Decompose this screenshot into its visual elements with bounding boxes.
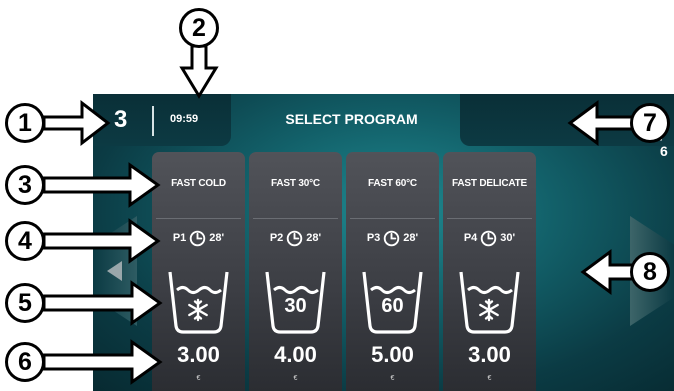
callout-4: 4: [5, 221, 45, 261]
program-price: 5.00: [371, 342, 414, 367]
program-card-p4[interactable]: FAST DELICATE P4 30' 3.00 €: [443, 152, 536, 391]
callout-5: 5: [5, 283, 45, 323]
program-price: 3.00: [468, 342, 511, 367]
program-list: FAST COLD P1 28' 3.00 € FAST 30°C P2 28'…: [152, 152, 552, 391]
card-divider: [447, 218, 532, 219]
card-divider: [350, 218, 435, 219]
program-code: P1: [172, 232, 187, 244]
callout-3: 3: [5, 165, 45, 205]
top-bar-left-panel: 3 09:59: [93, 94, 231, 146]
program-duration: 30': [500, 232, 516, 244]
clock-icon: [189, 230, 206, 247]
previous-page-button[interactable]: [93, 216, 137, 326]
wash-tub-icon: 30: [263, 252, 328, 334]
currency-symbol: €: [293, 375, 298, 382]
top-bar: 3 09:59 SELECT PROGRAM 4 / 6: [93, 94, 674, 159]
program-price: 4.00: [274, 342, 317, 367]
currency-symbol: €: [390, 375, 395, 382]
currency-symbol: €: [196, 375, 201, 382]
wash-tub-icon: [166, 252, 231, 334]
clock-icon: [383, 230, 400, 247]
callout-arrow-2: [179, 44, 219, 99]
page-title: SELECT PROGRAM: [285, 111, 418, 127]
clock: 09:59: [170, 113, 199, 125]
program-price: 3.00: [177, 342, 220, 367]
program-code: P4: [463, 232, 478, 244]
temperature-label: 60: [381, 295, 404, 317]
program-code: P3: [366, 232, 381, 244]
clock-icon: [480, 230, 497, 247]
callout-1: 1: [5, 103, 45, 143]
program-name: FAST 30°C: [271, 178, 320, 189]
program-name: FAST 60°C: [368, 178, 417, 189]
program-duration: 28': [209, 232, 225, 244]
program-code: P2: [269, 232, 284, 244]
machine-number: 3: [114, 106, 128, 133]
program-meta: P3 28': [346, 228, 439, 248]
wash-tub-icon: 60: [360, 252, 425, 334]
program-name: FAST COLD: [171, 178, 226, 189]
currency-symbol: €: [487, 375, 492, 382]
snowflake-icon: [188, 298, 208, 322]
card-divider: [156, 218, 241, 219]
top-bar-divider: [152, 106, 154, 136]
program-card-p1[interactable]: FAST COLD P1 28' 3.00 €: [152, 152, 245, 391]
program-name: FAST DELICATE: [452, 178, 527, 189]
program-card-p2[interactable]: FAST 30°C P2 28' 30 4.00 €: [249, 152, 342, 391]
program-meta: P4 30': [443, 228, 536, 248]
callout-7: 7: [630, 103, 670, 143]
machine-screen: 3 09:59 SELECT PROGRAM 4 / 6 FAST COLD P…: [93, 94, 674, 391]
program-meta: P1 28': [152, 228, 245, 248]
program-card-p3[interactable]: FAST 60°C P3 28' 60 5.00 €: [346, 152, 439, 391]
program-duration: 28': [306, 232, 322, 244]
callout-6: 6: [5, 342, 45, 382]
wash-tub-icon: [457, 252, 522, 334]
clock-icon: [286, 230, 303, 247]
program-meta: P2 28': [249, 228, 342, 248]
snowflake-icon: [479, 298, 499, 322]
callout-2: 2: [179, 8, 219, 48]
triangle-left-icon: [107, 261, 122, 281]
callout-8: 8: [630, 252, 670, 292]
program-duration: 28': [403, 232, 419, 244]
card-divider: [253, 218, 338, 219]
temperature-label: 30: [284, 295, 307, 317]
